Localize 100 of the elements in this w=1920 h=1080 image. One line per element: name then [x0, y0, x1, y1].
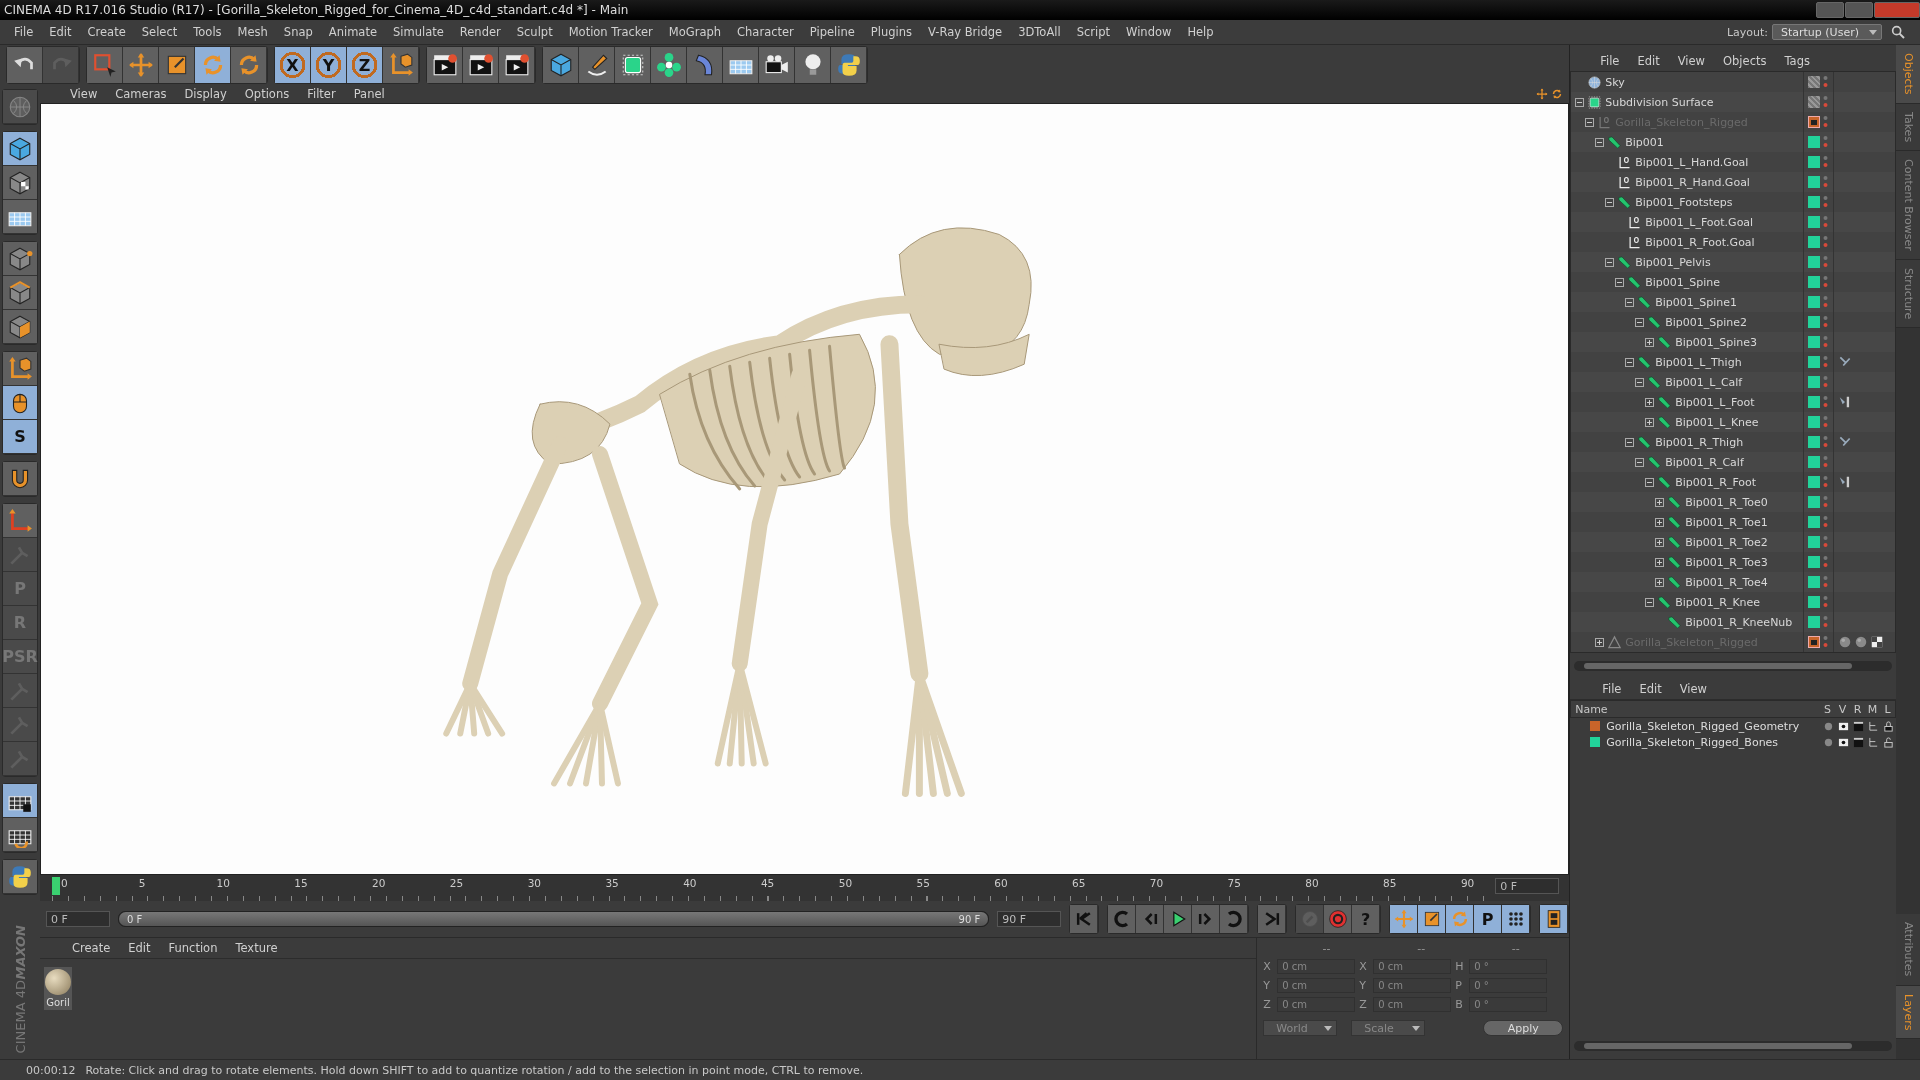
- material-swatch[interactable]: Goril: [44, 967, 72, 1010]
- tool-button[interactable]: [499, 47, 535, 83]
- menu-item[interactable]: Cameras: [107, 85, 175, 103]
- visibility-dots-icon[interactable]: [1823, 295, 1828, 309]
- rotate-arrows-icon[interactable]: [1551, 88, 1564, 100]
- visibility-dots-icon[interactable]: [1823, 495, 1828, 509]
- tool-button[interactable]: [3, 166, 37, 200]
- side-tab[interactable]: Objects: [1896, 45, 1920, 104]
- visibility-dots-icon[interactable]: [1823, 255, 1828, 269]
- tool-button[interactable]: [723, 47, 759, 83]
- axis-button[interactable]: Z: [347, 47, 383, 83]
- solo-dot-icon[interactable]: [1823, 720, 1834, 732]
- tool-button[interactable]: [3, 818, 37, 852]
- menu-item[interactable]: MoGraph: [660, 23, 730, 41]
- menu-item[interactable]: View: [1671, 680, 1715, 698]
- visibility-dots-icon[interactable]: [1823, 595, 1828, 609]
- menu-item[interactable]: Motion Tracker: [560, 23, 661, 41]
- move-arrows-icon[interactable]: [1536, 88, 1549, 100]
- unlock-icon[interactable]: [1883, 736, 1894, 748]
- visibility-dots-icon[interactable]: [1823, 415, 1828, 429]
- eye-icon[interactable]: [1838, 720, 1849, 732]
- tool-button[interactable]: [651, 47, 687, 83]
- visibility-dots-icon[interactable]: [1823, 635, 1828, 649]
- tool-button[interactable]: [3, 860, 37, 894]
- search-icon[interactable]: [1890, 24, 1906, 40]
- menu-item[interactable]: Sculpt: [508, 23, 561, 41]
- hierarchy-icon[interactable]: [1868, 720, 1879, 732]
- apply-button[interactable]: Apply: [1483, 1020, 1564, 1036]
- menu-item[interactable]: Render: [451, 23, 509, 41]
- visibility-dots-icon[interactable]: [1823, 315, 1828, 329]
- tool-button[interactable]: [3, 386, 37, 420]
- menu-item[interactable]: Character: [729, 23, 802, 41]
- visibility-dots-icon[interactable]: [1823, 455, 1828, 469]
- tool-button[interactable]: [195, 47, 231, 83]
- scrollbar[interactable]: [1574, 661, 1892, 671]
- lock-icon[interactable]: [1883, 720, 1894, 732]
- menu-item[interactable]: Edit: [1629, 52, 1668, 70]
- menu-item[interactable]: Tags: [1776, 52, 1818, 70]
- visibility-dots-icon[interactable]: [1823, 475, 1828, 489]
- tool-button[interactable]: [3, 462, 37, 496]
- tool-button[interactable]: [7, 47, 43, 83]
- tool-button[interactable]: [795, 47, 831, 83]
- hierarchy-icon[interactable]: [1868, 736, 1879, 748]
- visibility-dots-icon[interactable]: [1823, 195, 1828, 209]
- solo-button[interactable]: S: [3, 420, 37, 454]
- menu-item[interactable]: Select: [133, 23, 186, 41]
- menu-item[interactable]: Window: [1118, 23, 1180, 41]
- clapperboard-icon[interactable]: [1853, 736, 1864, 748]
- menu-item[interactable]: Edit: [120, 939, 159, 957]
- visibility-dots-icon[interactable]: [1823, 395, 1828, 409]
- menu-item[interactable]: Tools: [185, 23, 230, 41]
- menu-item[interactable]: Edit: [1631, 680, 1670, 698]
- layer-swatch[interactable]: [1808, 76, 1820, 88]
- layer-swatch[interactable]: [1808, 96, 1820, 108]
- visibility-dots-icon[interactable]: [1823, 75, 1828, 89]
- menu-item[interactable]: Script: [1068, 23, 1119, 41]
- menu-item[interactable]: Filter: [299, 85, 344, 103]
- menu-item[interactable]: 3DToAll: [1010, 23, 1069, 41]
- menu-item[interactable]: Options: [236, 85, 298, 103]
- visibility-dots-icon[interactable]: [1823, 275, 1828, 289]
- axis-button[interactable]: Y: [311, 47, 347, 83]
- tool-button[interactable]: [1418, 905, 1447, 933]
- menu-item[interactable]: File: [1594, 680, 1630, 698]
- end-frame-field[interactable]: 90 F: [997, 911, 1062, 927]
- tool-button[interactable]: [579, 47, 615, 83]
- menu-item[interactable]: File: [1592, 52, 1628, 70]
- menu-item[interactable]: Pipeline: [801, 23, 863, 41]
- menu-item[interactable]: Help: [1179, 23, 1222, 41]
- axis-button[interactable]: X: [275, 47, 311, 83]
- menu-item[interactable]: Animate: [320, 23, 385, 41]
- solo-dot-icon[interactable]: [1823, 736, 1834, 748]
- tool-button[interactable]: [463, 47, 499, 83]
- visibility-dots-icon[interactable]: [1823, 435, 1828, 449]
- visibility-dots-icon[interactable]: [1823, 335, 1828, 349]
- menu-item[interactable]: Texture: [227, 939, 286, 957]
- menu-item[interactable]: Mesh: [229, 23, 276, 41]
- menu-item[interactable]: Function: [160, 939, 226, 957]
- clapperboard-icon[interactable]: [1853, 720, 1864, 732]
- visibility-dots-icon[interactable]: [1823, 115, 1828, 129]
- layer-name[interactable]: Gorilla_Skeleton_Rigged_Geometry: [1606, 719, 1800, 733]
- tool-button[interactable]: [1390, 905, 1419, 933]
- menu-item[interactable]: Objects: [1715, 52, 1775, 70]
- menu-item[interactable]: View: [1669, 52, 1713, 70]
- frame-field[interactable]: 0 F: [1495, 878, 1560, 894]
- tool-button[interactable]: [3, 784, 37, 818]
- tool-button[interactable]: [1164, 905, 1193, 933]
- menu-item[interactable]: Create: [79, 23, 134, 41]
- collapse-toggle[interactable]: [1575, 97, 1585, 107]
- menu-item[interactable]: Display: [176, 85, 235, 103]
- tool-button[interactable]: [1502, 905, 1531, 933]
- tool-button[interactable]: [1540, 905, 1569, 933]
- menu-item[interactable]: Plugins: [862, 23, 921, 41]
- menu-item[interactable]: V-Ray Bridge: [920, 23, 1011, 41]
- menu-item[interactable]: File: [6, 23, 42, 41]
- menu-item[interactable]: Panel: [345, 85, 393, 103]
- preview-range-bar[interactable]: 0 F 90 F: [118, 911, 990, 927]
- visibility-dots-icon[interactable]: [1823, 375, 1828, 389]
- object-name[interactable]: Sky: [1605, 75, 1625, 89]
- layer-name[interactable]: Gorilla_Skeleton_Rigged_Bones: [1606, 735, 1779, 749]
- menu-item[interactable]: Create: [64, 939, 119, 957]
